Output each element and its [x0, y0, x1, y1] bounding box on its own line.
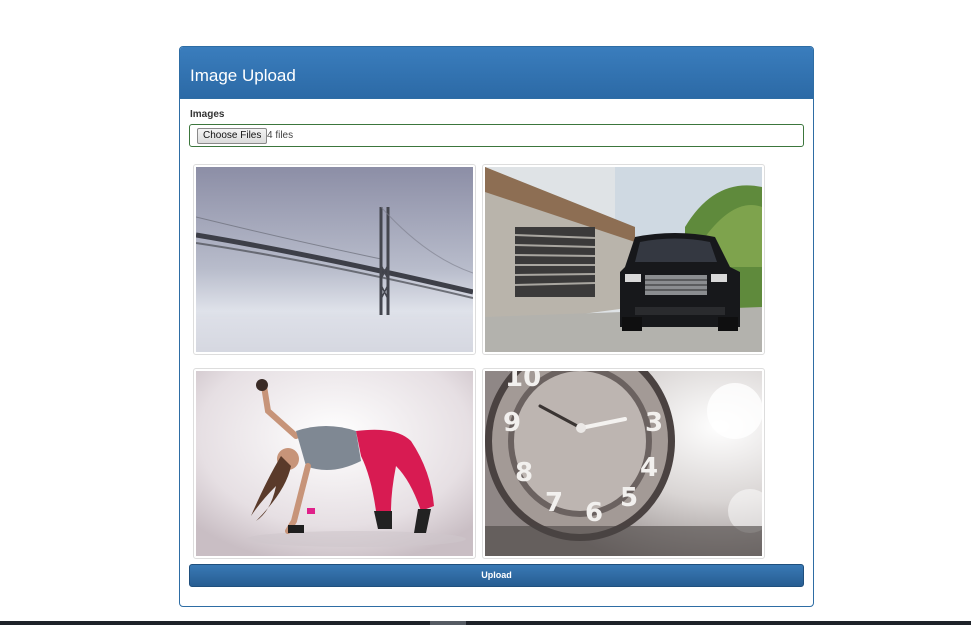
- panel-title: Image Upload: [180, 47, 813, 99]
- images-label: Images: [190, 109, 225, 120]
- thumbnail-car: [482, 164, 765, 355]
- svg-text:6: 6: [585, 498, 603, 528]
- image-upload-panel: Image Upload Images Choose Files 4 files: [179, 46, 814, 607]
- svg-text:7: 7: [545, 488, 563, 518]
- svg-text:3: 3: [645, 408, 663, 438]
- dancer-image: [196, 371, 473, 556]
- scrollbar-thumb[interactable]: [430, 621, 466, 625]
- bridge-image: [196, 167, 473, 352]
- clock-image: 9 8 7 6 5 4 3 10: [485, 371, 762, 556]
- upload-button[interactable]: Upload: [189, 564, 804, 587]
- file-count-text: 4 files: [267, 130, 294, 141]
- choose-files-button[interactable]: Choose Files: [197, 128, 268, 144]
- svg-text:4: 4: [640, 453, 658, 483]
- thumbnail-clock: 9 8 7 6 5 4 3 10: [482, 368, 765, 559]
- svg-text:5: 5: [620, 483, 638, 513]
- bottom-scrollbar[interactable]: [0, 621, 971, 625]
- file-input[interactable]: Choose Files 4 files: [189, 124, 804, 147]
- thumbnail-dancer: [193, 368, 476, 559]
- svg-text:10: 10: [505, 371, 541, 393]
- svg-text:8: 8: [515, 458, 533, 488]
- svg-text:9: 9: [503, 408, 521, 438]
- thumbnail-bridge: [193, 164, 476, 355]
- car-image: [485, 167, 762, 352]
